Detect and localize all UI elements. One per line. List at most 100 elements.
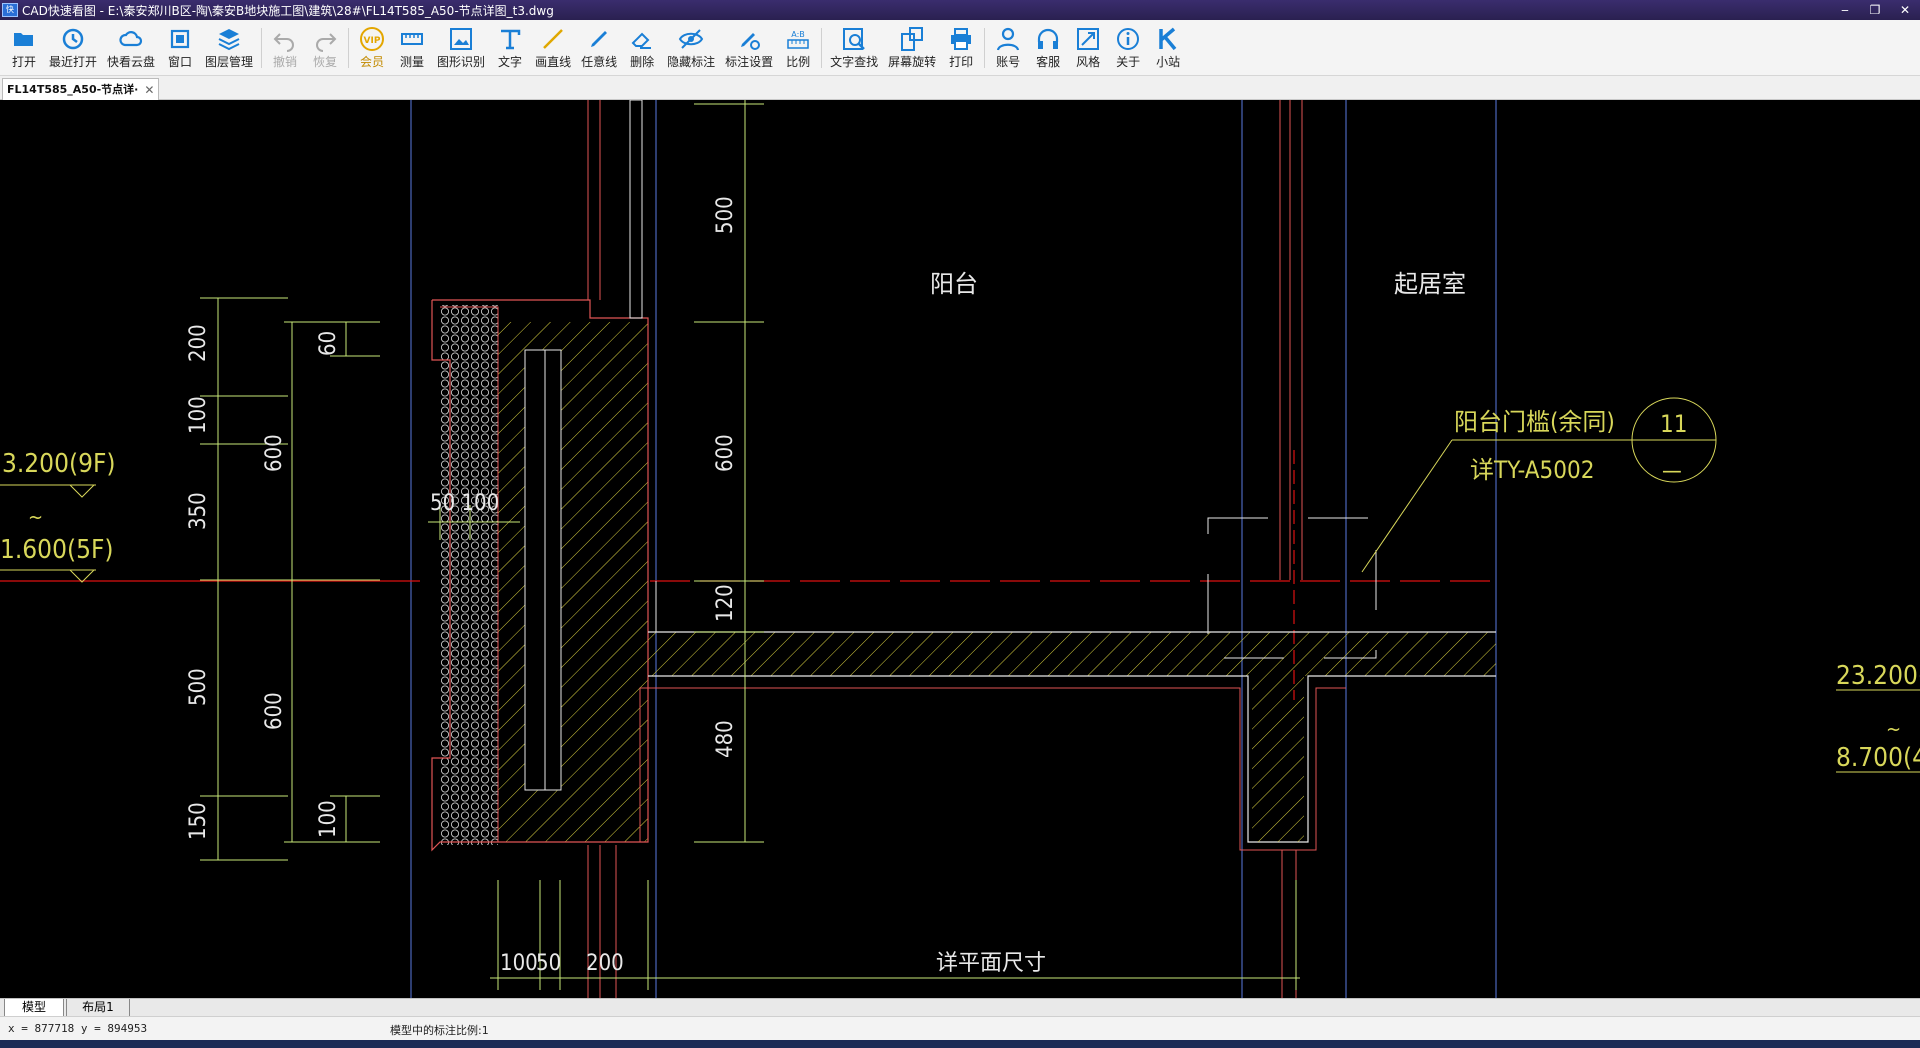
toolbar-label: 窗口 xyxy=(168,55,193,69)
tab-model[interactable]: 模型 xyxy=(4,999,64,1017)
toolbar-pen-button[interactable]: 任意线 xyxy=(576,20,622,76)
cloud-icon xyxy=(118,26,144,52)
document-tab[interactable]: FL14T585_A50-节点详· ✕ xyxy=(2,78,160,100)
eye-hide-icon xyxy=(678,26,704,52)
toolbar-layers-button[interactable]: 图层管理 xyxy=(200,20,258,76)
status-bar: x = 877718 y = 894953 模型中的标注比例:1 xyxy=(0,1016,1920,1040)
annotation-settings-icon xyxy=(736,26,762,52)
toolbar-user-button[interactable]: 账号 xyxy=(988,20,1028,76)
toolbar-label: 隐藏标注 xyxy=(667,55,716,69)
bottom-note: 详平面尺寸 xyxy=(936,951,1046,976)
measure-icon xyxy=(399,26,425,52)
folder-open-icon xyxy=(11,26,37,52)
elevation-right-top: 23.200(9 xyxy=(1836,661,1920,691)
toolbar-label: 最近打开 xyxy=(49,55,98,69)
window-title: CAD快速看图 - E:\秦安郑川B区-陶\秦安B地块施工图\建筑\28#\FL… xyxy=(22,3,554,18)
close-tab-icon[interactable]: ✕ xyxy=(144,80,154,100)
eraser-icon xyxy=(629,26,655,52)
toolbar-folder-open-button[interactable]: 打开 xyxy=(4,20,44,76)
cad-viewer-app: 快 CAD快速看图 - E:\秦安郑川B区-陶\秦安B地块施工图\建筑\28#\… xyxy=(0,0,1920,1048)
toolbar-k-logo-button[interactable]: 小站 xyxy=(1148,20,1188,76)
toolbar-separator xyxy=(984,28,986,68)
toolbar-label: 比例 xyxy=(786,55,811,69)
recent-icon xyxy=(60,26,86,52)
document-tab-label: FL14T585_A50-节点详· xyxy=(7,82,139,96)
close-button[interactable]: ✕ xyxy=(1890,0,1920,20)
dim-text: 100 xyxy=(316,800,341,838)
restore-button[interactable]: ❐ xyxy=(1860,0,1890,20)
printer-icon xyxy=(948,26,974,52)
toolbar-eye-hide-button[interactable]: 隐藏标注 xyxy=(662,20,720,76)
info-icon xyxy=(1115,26,1141,52)
toolbar-measure-button[interactable]: 测量 xyxy=(392,20,432,76)
undo-icon xyxy=(272,26,298,52)
toolbar-separator xyxy=(348,28,350,68)
callout-note: 阳台门槛(余同) xyxy=(1454,408,1615,436)
toolbar-eraser-button[interactable]: 删除 xyxy=(622,20,662,76)
cad-drawing[interactable]: 阳台 起居室 阳台门槛(余同) 详TY-A5002 11 — 3.200(9F)… xyxy=(0,100,1920,998)
dim-text: 500 xyxy=(186,668,211,706)
dim-text: 350 xyxy=(186,492,211,530)
toolbar-info-button[interactable]: 关于 xyxy=(1108,20,1148,76)
elevation-right-bottom: 8.700(4F xyxy=(1836,743,1920,773)
toolbar-annotation-settings-button[interactable]: 标注设置 xyxy=(720,20,778,76)
toolbar-label: 撤销 xyxy=(273,55,298,69)
toolbar-rotate-screen-button[interactable]: 屏幕旋转 xyxy=(883,20,941,76)
toolbar-line-button[interactable]: 画直线 xyxy=(530,20,576,76)
toolbar-label: 风格 xyxy=(1076,55,1101,69)
toolbar-redo-button[interactable]: 恢复 xyxy=(305,20,345,76)
toolbar-label: 删除 xyxy=(630,55,655,69)
main-toolbar: 打开 最近打开 快看云盘 窗口 图层管理 撤销 恢复 VIP 会员 测量 图形识别 文字 画直线 任意线删… xyxy=(0,20,1920,76)
elevation-left-top: 3.200(9F) xyxy=(2,449,116,479)
toolbar-label: 账号 xyxy=(996,55,1021,69)
dim-text: 500 xyxy=(713,196,738,234)
scale-icon: A:B xyxy=(785,26,811,52)
dim-wall-thickness: 50 100 xyxy=(430,491,499,516)
app-logo-icon: 快 xyxy=(2,3,18,17)
toolbar-window-button[interactable]: 窗口 xyxy=(160,20,200,76)
toolbar-headset-button[interactable]: 客服 xyxy=(1028,20,1068,76)
room-label-living-room: 起居室 xyxy=(1394,270,1466,298)
toolbar-text-button[interactable]: 文字 xyxy=(490,20,530,76)
redo-icon xyxy=(312,26,338,52)
toolbar-scale-button[interactable]: A:B 比例 xyxy=(778,20,818,76)
dim-text: 480 xyxy=(713,720,738,758)
toolbar-label: 打印 xyxy=(949,55,974,69)
dim-text: 600 xyxy=(262,692,287,730)
toolbar-recent-button[interactable]: 最近打开 xyxy=(44,20,102,76)
toolbar-label: 任意线 xyxy=(581,55,618,69)
dim-bottom-2: 50 xyxy=(536,951,561,976)
toolbar-text-search-button[interactable]: 文字查找 xyxy=(825,20,883,76)
svg-text:A:B: A:B xyxy=(791,30,805,39)
elevation-left-tilde: ~ xyxy=(28,505,43,529)
svg-text:VIP: VIP xyxy=(364,36,381,46)
tab-layout1[interactable]: 布局1 xyxy=(66,999,130,1017)
k-logo-icon xyxy=(1155,26,1181,52)
toolbar-label: 文字查找 xyxy=(830,55,879,69)
wall-section xyxy=(431,299,649,852)
toolbar-printer-button[interactable]: 打印 xyxy=(941,20,981,76)
toolbar-separator xyxy=(821,28,823,68)
layers-icon xyxy=(216,26,242,52)
drawing-canvas[interactable]: 阳台 起居室 阳台门槛(余同) 详TY-A5002 11 — 3.200(9F)… xyxy=(0,100,1920,998)
text-search-icon xyxy=(841,26,867,52)
toolbar-shape-recognize-button[interactable]: 图形识别 xyxy=(432,20,490,76)
text-icon xyxy=(497,26,523,52)
toolbar-label: 测量 xyxy=(400,55,425,69)
title-bar[interactable]: 快 CAD快速看图 - E:\秦安郑川B区-陶\秦安B地块施工图\建筑\28#\… xyxy=(0,0,1920,20)
toolbar-vip-button[interactable]: VIP 会员 xyxy=(352,20,392,76)
toolbar-style-button[interactable]: 风格 xyxy=(1068,20,1108,76)
toolbar-cloud-button[interactable]: 快看云盘 xyxy=(102,20,160,76)
elevation-markers xyxy=(0,484,1920,773)
headset-icon xyxy=(1035,26,1061,52)
window-icon xyxy=(167,26,193,52)
rotate-screen-icon xyxy=(899,26,925,52)
toolbar-label: 画直线 xyxy=(535,55,572,69)
toolbar-label: 图形识别 xyxy=(437,55,486,69)
toolbar-label: 会员 xyxy=(360,55,385,69)
toolbar-label: 恢复 xyxy=(313,55,338,69)
callout-number: 11 xyxy=(1660,410,1687,438)
toolbar-undo-button[interactable]: 撤销 xyxy=(265,20,305,76)
minimize-button[interactable]: ‒ xyxy=(1830,0,1860,20)
dim-text: 150 xyxy=(186,802,211,840)
